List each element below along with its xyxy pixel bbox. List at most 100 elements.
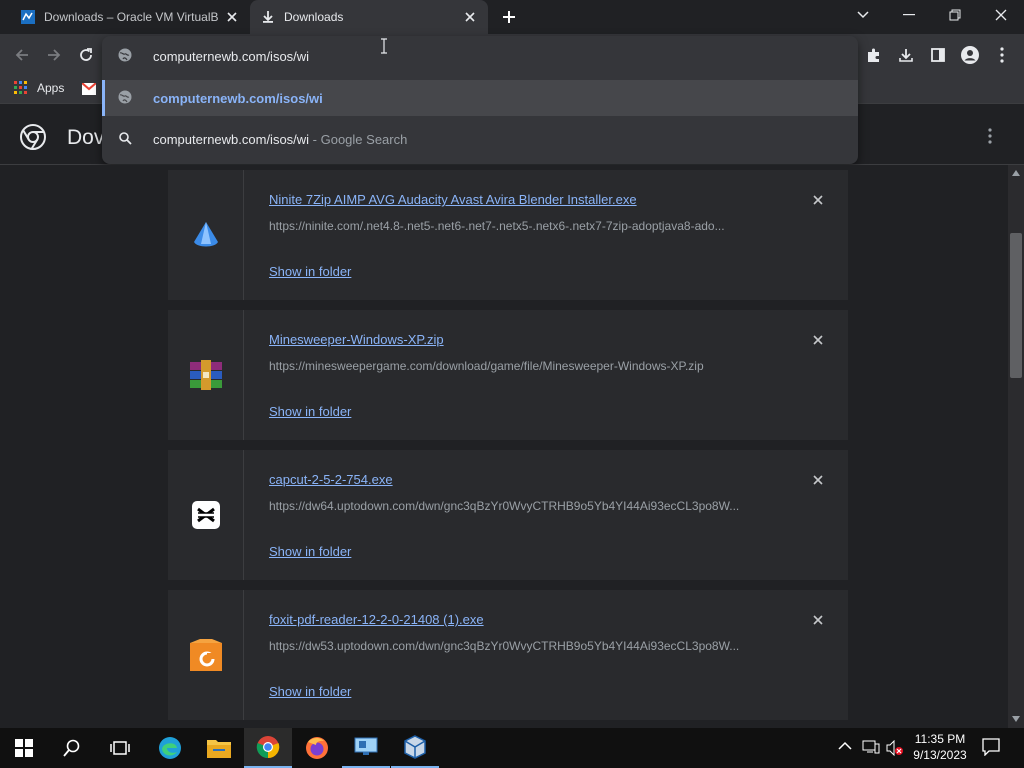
clock-time: 11:35 PM (914, 732, 966, 746)
download-filename-link[interactable]: Minesweeper-Windows-XP.zip (269, 332, 444, 347)
show-in-folder-link[interactable]: Show in folder (269, 544, 351, 559)
download-url: https://dw64.uptodown.com/dwn/gnc3qBzYr0… (269, 499, 740, 513)
tab-search-button[interactable] (840, 0, 886, 30)
show-in-folder-link[interactable]: Show in folder (269, 404, 351, 419)
arrow-right-icon (48, 49, 61, 61)
winrar-icon (189, 360, 222, 390)
capcut-icon (191, 501, 220, 529)
close-icon[interactable] (462, 9, 478, 25)
tab-virtualbox[interactable]: Downloads – Oracle VM VirtualB (14, 0, 246, 34)
search-button[interactable] (48, 728, 96, 768)
minimize-button[interactable] (886, 0, 932, 30)
tab-title: Downloads (284, 10, 344, 24)
avatar-icon (961, 46, 979, 64)
close-icon (813, 195, 823, 205)
close-icon[interactable] (224, 9, 240, 25)
arrow-left-icon (15, 49, 28, 61)
page-title: Dov (67, 126, 105, 149)
omnibox-input[interactable]: computernewb.com/isos/wi (102, 42, 858, 70)
extensions-button[interactable] (858, 39, 890, 71)
monitor-icon (354, 737, 378, 755)
scrollbar[interactable] (1008, 165, 1024, 728)
omnibox-suggestion-search[interactable]: computernewb.com/isos/wi - Google Search (102, 124, 858, 154)
suggestion-text: computernewb.com/isos/wi (153, 131, 310, 147)
remove-download-button[interactable] (808, 330, 828, 350)
download-item: foxit-pdf-reader-12-2-0-21408 (1).exe ht… (168, 590, 848, 720)
chrome-logo-icon (20, 124, 46, 150)
download-filename-link[interactable]: capcut-2-5-2-754.exe (269, 472, 393, 487)
gmail-icon[interactable] (82, 83, 96, 95)
scroll-down-icon[interactable] (1012, 716, 1020, 722)
foxit-icon (189, 639, 222, 671)
suggestion-suffix: - Google Search (309, 131, 408, 147)
side-panel-icon (931, 48, 945, 62)
omnibox-dropdown: computernewb.com/isos/wi computernewb.co… (102, 36, 858, 164)
notifications-button[interactable] (982, 738, 1000, 756)
virtualbox-icon (404, 735, 426, 759)
firefox-app[interactable] (293, 728, 341, 768)
windows-logo-icon (15, 739, 33, 757)
apps-shortcut[interactable]: Apps (14, 81, 64, 95)
text-cursor-icon (380, 38, 388, 54)
edge-app[interactable] (146, 728, 194, 768)
clock-date: 9/13/2023 (913, 748, 967, 762)
side-panel-button[interactable] (922, 39, 954, 71)
back-button[interactable] (6, 39, 38, 71)
tab-title: Downloads – Oracle VM VirtualB (44, 10, 218, 24)
virtualbox-app[interactable] (391, 728, 439, 768)
tab-downloads[interactable]: Downloads (250, 0, 488, 34)
kebab-menu-icon (988, 128, 992, 144)
edge-icon (159, 737, 181, 759)
network-icon[interactable] (862, 740, 880, 754)
profile-button[interactable] (954, 39, 986, 71)
close-icon (995, 9, 1007, 21)
omnibox-suggestion-url[interactable]: computernewb.com/isos/wi (102, 80, 858, 116)
tray-overflow-icon[interactable] (838, 741, 852, 751)
download-filename-link[interactable]: foxit-pdf-reader-12-2-0-21408 (1).exe (269, 612, 484, 627)
file-icon-cell (168, 590, 244, 720)
close-icon (813, 615, 823, 625)
download-item: Ninite 7Zip AIMP AVG Audacity Avast Avir… (168, 170, 848, 300)
forward-button[interactable] (38, 39, 70, 71)
notification-icon (982, 738, 1000, 756)
start-button[interactable] (0, 728, 48, 768)
remote-desktop-app[interactable] (342, 728, 390, 768)
suggestion-text: computernewb.com/isos/wi (153, 90, 323, 106)
close-window-button[interactable] (978, 0, 1024, 30)
omnibox-typed-text: computernewb.com/isos/wi (153, 48, 310, 64)
volume-muted-icon[interactable] (886, 740, 904, 756)
apps-label: Apps (37, 81, 65, 95)
minimize-icon (903, 14, 915, 16)
downloads-button[interactable] (890, 39, 922, 71)
file-explorer-app[interactable] (195, 728, 243, 768)
virtualbox-icon (20, 9, 36, 25)
show-in-folder-link[interactable]: Show in folder (269, 264, 351, 279)
remove-download-button[interactable] (808, 610, 828, 630)
close-icon (813, 335, 823, 345)
scrollbar-thumb[interactable] (1010, 233, 1022, 378)
download-filename-link[interactable]: Ninite 7Zip AIMP AVG Audacity Avast Avir… (269, 192, 637, 207)
reload-button[interactable] (70, 39, 102, 71)
scroll-up-icon[interactable] (1012, 170, 1020, 176)
chrome-app[interactable] (244, 728, 292, 768)
show-in-folder-link[interactable]: Show in folder (269, 684, 351, 699)
task-view-button[interactable] (96, 728, 144, 768)
menu-button[interactable] (986, 39, 1018, 71)
restore-button[interactable] (932, 0, 978, 30)
ninite-icon (193, 222, 218, 247)
download-item: Minesweeper-Windows-XP.zip https://mines… (168, 310, 848, 440)
file-icon-cell (168, 310, 244, 440)
folder-icon (207, 740, 231, 758)
download-url: https://minesweepergame.com/download/gam… (269, 359, 704, 373)
new-tab-button[interactable] (499, 7, 519, 27)
globe-icon (118, 48, 134, 64)
remove-download-button[interactable] (808, 190, 828, 210)
globe-icon (118, 90, 134, 106)
restore-icon (949, 9, 961, 21)
page-menu-button[interactable] (982, 128, 998, 146)
remove-download-button[interactable] (808, 470, 828, 490)
close-icon (813, 475, 823, 485)
downloads-list: Ninite 7Zip AIMP AVG Audacity Avast Avir… (0, 165, 1008, 728)
clock[interactable]: 11:35 PM 9/13/2023 (908, 732, 972, 762)
task-view-icon (110, 741, 130, 755)
